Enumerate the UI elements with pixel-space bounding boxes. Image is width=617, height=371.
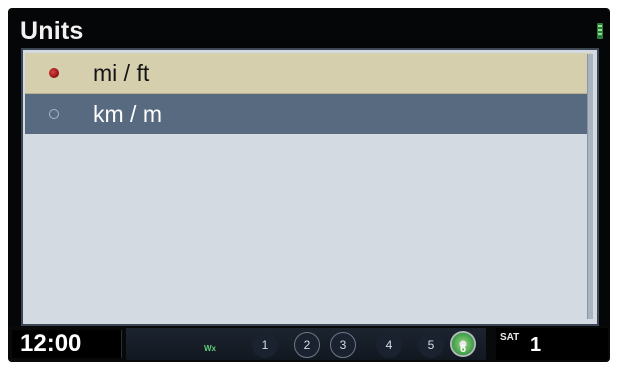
weather-badge: Wx bbox=[204, 344, 216, 353]
head-unit-screen: Units mi / ft km / m 12:00 Wx 1 2 3 4 5 … bbox=[8, 8, 610, 362]
units-list: mi / ft km / m bbox=[21, 48, 599, 326]
satellite-signal-icon bbox=[597, 23, 603, 39]
scrollbar[interactable] bbox=[587, 54, 593, 319]
preset-5[interactable]: 5 bbox=[418, 332, 444, 358]
status-bar: 12:00 Wx 1 2 3 4 5 6 SAT 1 bbox=[8, 326, 610, 362]
channel-number: 1 bbox=[530, 334, 542, 356]
preset-2[interactable]: 2 bbox=[294, 332, 320, 358]
preset-number: 5 bbox=[427, 338, 435, 352]
preset-number: 1 bbox=[261, 338, 269, 352]
band-label: SAT bbox=[500, 332, 520, 343]
page-title: Units bbox=[20, 17, 84, 45]
preset-number: 2 bbox=[303, 338, 311, 352]
radio-unselected-icon bbox=[49, 109, 59, 119]
option-label: km / m bbox=[93, 100, 162, 127]
preset-4[interactable]: 4 bbox=[376, 332, 402, 358]
preset-number: 3 bbox=[339, 338, 347, 352]
preset-3[interactable]: 3 bbox=[330, 332, 356, 358]
radio-selected-icon bbox=[49, 68, 59, 78]
preset-6-number: 6 bbox=[460, 343, 467, 355]
option-label: mi / ft bbox=[93, 59, 150, 86]
preset-bar: Wx 1 2 3 4 5 6 bbox=[126, 328, 486, 360]
preset-1[interactable]: 1 bbox=[252, 332, 278, 358]
option-mi-ft[interactable]: mi / ft bbox=[25, 53, 592, 94]
sat-band-indicator[interactable]: SAT 1 bbox=[496, 328, 608, 360]
clock: 12:00 bbox=[12, 330, 122, 358]
option-km-m[interactable]: km / m bbox=[25, 94, 592, 134]
preset-number: 4 bbox=[385, 338, 393, 352]
